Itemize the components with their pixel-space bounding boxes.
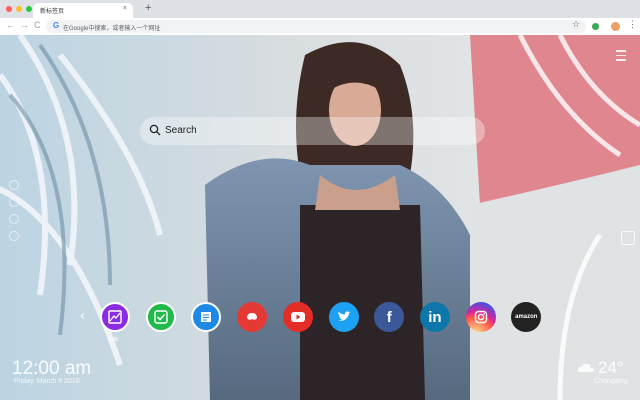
- address-bar[interactable]: G 在Google中搜索，或者输入一个网址: [46, 20, 586, 33]
- side-nav-dot[interactable]: [9, 197, 19, 207]
- side-nav-dot[interactable]: [9, 180, 19, 190]
- facebook-icon: f: [386, 308, 392, 326]
- tab-close-icon[interactable]: ×: [123, 5, 127, 12]
- browser-menu-icon[interactable]: ⋮: [628, 19, 637, 30]
- minimize-window-button[interactable]: [16, 6, 22, 12]
- window-controls: [6, 6, 32, 12]
- extension-green-icon[interactable]: [592, 23, 599, 30]
- new-tab-button[interactable]: +: [145, 2, 151, 14]
- side-nav-dot[interactable]: [9, 214, 19, 224]
- gamepad-icon: [245, 310, 259, 324]
- search-bar[interactable]: Search: [140, 117, 485, 145]
- search-icon: [149, 124, 161, 136]
- app-game[interactable]: [237, 302, 268, 332]
- app-twitter[interactable]: [328, 302, 359, 332]
- tab-title: 新标签页: [40, 9, 65, 15]
- photo-illustration: [0, 35, 640, 400]
- forward-button[interactable]: →: [20, 20, 29, 30]
- back-button[interactable]: ←: [6, 20, 15, 30]
- search-placeholder: Search: [165, 125, 197, 136]
- side-nav-dot[interactable]: [9, 231, 19, 241]
- twitter-icon: [337, 311, 351, 323]
- app-photo-gallery[interactable]: 图库: [100, 302, 130, 343]
- temperature: 24°: [598, 358, 624, 377]
- tab-new-tab[interactable]: 新标签页 ×: [33, 3, 133, 18]
- city: Chongqing: [594, 378, 628, 385]
- app-instagram[interactable]: [465, 302, 496, 332]
- background-toggle-icon[interactable]: [621, 231, 635, 245]
- app-check-list[interactable]: [145, 302, 176, 332]
- tab-strip: 新标签页 × +: [0, 0, 640, 18]
- youtube-icon: [290, 312, 305, 322]
- date: Friday, March 9 2018: [14, 378, 80, 385]
- clock: 12:00 am: [12, 358, 92, 379]
- instagram-icon: [474, 310, 488, 324]
- dock-prev-arrow[interactable]: ‹: [80, 307, 85, 325]
- profile-avatar-icon[interactable]: [611, 22, 620, 31]
- amazon-icon: amazon: [515, 314, 538, 320]
- maximize-window-button[interactable]: [26, 6, 32, 12]
- address-bar-placeholder: 在Google中搜索，或者输入一个网址: [63, 26, 161, 32]
- app-label: 图库: [108, 337, 119, 343]
- check-icon: [153, 310, 168, 324]
- reload-button[interactable]: C: [34, 20, 41, 30]
- chart-photo-icon: [108, 310, 122, 324]
- browser-toolbar: ← → C G 在Google中搜索，或者输入一个网址 ☆ ⋮: [0, 18, 640, 36]
- bookmark-star-icon[interactable]: ☆: [572, 19, 580, 30]
- google-icon: G: [53, 21, 60, 30]
- app-linkedin[interactable]: in: [419, 302, 450, 332]
- app-youtube[interactable]: [282, 302, 313, 332]
- linkedin-icon: in: [428, 308, 442, 326]
- hamburger-menu-icon[interactable]: [616, 50, 626, 64]
- close-window-button[interactable]: [6, 6, 12, 12]
- background-photo: [0, 35, 640, 400]
- cloud-icon: [577, 363, 595, 372]
- notes-icon: [199, 310, 213, 324]
- app-facebook[interactable]: f: [374, 302, 405, 332]
